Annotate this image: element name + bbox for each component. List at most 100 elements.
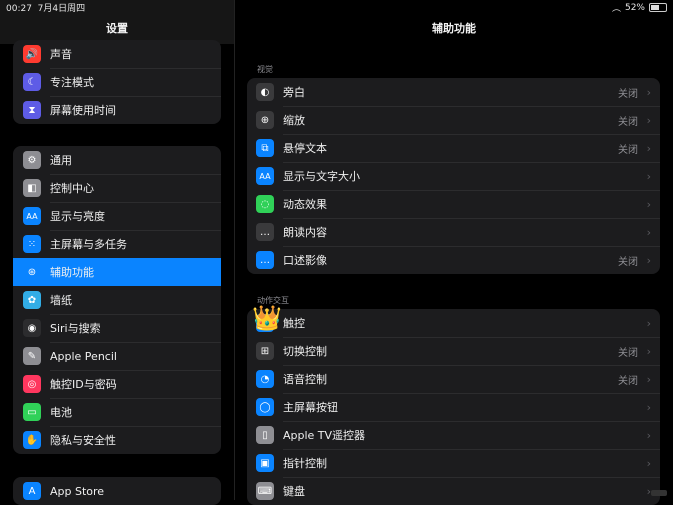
- settings-row-value: 关闭: [618, 375, 638, 387]
- switch-control-icon: ⊞: [256, 342, 274, 360]
- sidebar-item-label: 隐私与安全性: [50, 434, 116, 447]
- sidebar-item[interactable]: A App Store: [13, 477, 221, 505]
- settings-row[interactable]: ⊕ 缩放 关闭 ›: [247, 106, 660, 134]
- chevron-right-icon: ›: [646, 225, 651, 239]
- sidebar-group-1: 🔊 声音 ☾ 专注模式 ⧗ 屏幕使用时间: [13, 40, 221, 124]
- accessibility-icon: ⊛: [23, 263, 41, 281]
- chevron-right-icon: ›: [646, 113, 651, 127]
- sidebar-item[interactable]: ◧ 控制中心: [13, 174, 221, 202]
- wallpaper-icon: ✿: [23, 291, 41, 309]
- vision-group: ◐ 旁白 关闭 › ⊕ 缩放 关闭 › ⧉ 悬停文本 关闭 › AA 显示与文字大小 › ◌ 动态效果 ›… 朗读内…: [247, 78, 660, 274]
- speaker-icon: 🔊: [23, 45, 41, 63]
- sidebar-item[interactable]: ◎ 触控ID与密码: [13, 370, 221, 398]
- voice-control-icon: ◔: [256, 370, 274, 388]
- gear-icon: ⚙: [23, 151, 41, 169]
- settings-row[interactable]: … 口述影像 关闭 ›: [247, 246, 660, 274]
- status-time-date: 00:27 7月4日周四: [6, 4, 86, 14]
- keyboard-icon: ⌨: [256, 482, 274, 500]
- settings-row-label: 动态效果: [283, 198, 327, 211]
- settings-row-label: 悬停文本: [283, 142, 327, 155]
- settings-row-value: 关闭: [618, 116, 638, 128]
- grid-icon: ⁙: [23, 235, 41, 253]
- chevron-right-icon: ›: [646, 197, 651, 211]
- speech-bubble-icon: …: [256, 223, 274, 241]
- interaction-group: 触控 › ⊞ 切换控制 关闭 › ◔ 语音控制 关闭 › ◯ 主屏幕按钮 › ▯ Apple TV遥控器 › ▣…: [247, 309, 660, 505]
- settings-row[interactable]: AA 显示与文字大小 ›: [247, 162, 660, 190]
- settings-row-value: 关闭: [618, 256, 638, 268]
- page-title: 辅助功能: [432, 22, 476, 35]
- sidebar-item[interactable]: ⧗ 屏幕使用时间: [13, 96, 221, 124]
- siri-icon: ◉: [23, 319, 41, 337]
- chevron-right-icon: ›: [646, 169, 651, 183]
- settings-row-value: 关闭: [618, 347, 638, 359]
- sidebar-item-label: 声音: [50, 48, 72, 61]
- fingerprint-icon: ◎: [23, 375, 41, 393]
- sidebar-item-label: 通用: [50, 154, 72, 167]
- sidebar-item[interactable]: AA 显示与亮度: [13, 202, 221, 230]
- settings-row[interactable]: ⊞ 切换控制 关闭 ›: [247, 337, 660, 365]
- sidebar-item[interactable]: ⚙ 通用: [13, 146, 221, 174]
- toggles-icon: ◧: [23, 179, 41, 197]
- settings-row[interactable]: ◔ 语音控制 关闭 ›: [247, 365, 660, 393]
- wifi-icon: ︵: [611, 4, 621, 14]
- battery-icon: [649, 3, 667, 12]
- settings-row[interactable]: 触控 ›: [247, 309, 660, 337]
- settings-row[interactable]: ▯ Apple TV遥控器 ›: [247, 421, 660, 449]
- sidebar-item-label: 控制中心: [50, 182, 94, 195]
- sidebar-item-label: 电池: [50, 406, 72, 419]
- home-button-icon: ◯: [256, 398, 274, 416]
- sidebar-item[interactable]: ✋ 隐私与安全性: [13, 426, 221, 454]
- settings-row[interactable]: ◐ 旁白 关闭 ›: [247, 78, 660, 106]
- appstore-icon: A: [23, 482, 41, 500]
- hover-text-icon: ⧉: [256, 139, 274, 157]
- zoom-icon: ⊕: [256, 111, 274, 129]
- sidebar-item-label: Siri与搜索: [50, 322, 101, 335]
- settings-row[interactable]: ⌨ 键盘 ›: [247, 477, 660, 505]
- moon-icon: ☾: [23, 73, 41, 91]
- settings-row-label: 朗读内容: [283, 226, 327, 239]
- sidebar-item-label: 显示与亮度: [50, 210, 105, 223]
- settings-row-label: 缩放: [283, 114, 305, 127]
- chevron-right-icon: ›: [646, 456, 651, 470]
- settings-row-value: 关闭: [618, 144, 638, 156]
- sidebar-group-3: A App Store: [13, 477, 221, 505]
- settings-row[interactable]: … 朗读内容 ›: [247, 218, 660, 246]
- sidebar-item[interactable]: ☾ 专注模式: [13, 68, 221, 96]
- pencil-icon: ✎: [23, 347, 41, 365]
- settings-row-label: 键盘: [283, 485, 305, 498]
- hand-icon: ✋: [23, 431, 41, 449]
- settings-row[interactable]: ◯ 主屏幕按钮 ›: [247, 393, 660, 421]
- settings-row-label: 指针控制: [283, 457, 327, 470]
- sidebar-item[interactable]: ◉ Siri与搜索: [13, 314, 221, 342]
- sidebar-item[interactable]: ▭ 电池: [13, 398, 221, 426]
- settings-row[interactable]: ◌ 动态效果 ›: [247, 190, 660, 218]
- pointer-icon: ▣: [256, 454, 274, 472]
- sidebar-item[interactable]: ⊛ 辅助功能: [13, 258, 221, 286]
- sidebar-item-label: 主屏幕与多任务: [50, 238, 127, 251]
- text-size-icon: AA: [23, 207, 41, 225]
- sidebar-item-label: 墙纸: [50, 294, 72, 307]
- settings-row[interactable]: ⧉ 悬停文本 关闭 ›: [247, 134, 660, 162]
- sidebar-item[interactable]: ⁙ 主屏幕与多任务: [13, 230, 221, 258]
- sidebar-item-label: Apple Pencil: [50, 349, 117, 363]
- hourglass-icon: ⧗: [23, 101, 41, 119]
- chevron-right-icon: ›: [646, 344, 651, 358]
- settings-row-label: 旁白: [283, 86, 305, 99]
- chevron-right-icon: ›: [646, 253, 651, 267]
- settings-row[interactable]: ▣ 指针控制 ›: [247, 449, 660, 477]
- settings-row-label: 显示与文字大小: [283, 170, 360, 183]
- chevron-right-icon: ›: [646, 141, 651, 155]
- sidebar-item[interactable]: ✿ 墙纸: [13, 286, 221, 314]
- sidebar-item[interactable]: 🔊 声音: [13, 40, 221, 68]
- sidebar-item-label: App Store: [50, 484, 105, 498]
- settings-row-label: 语音控制: [283, 373, 327, 386]
- chevron-right-icon: ›: [646, 428, 651, 442]
- chevron-right-icon: ›: [646, 85, 651, 99]
- sidebar-item[interactable]: ✎ Apple Pencil: [13, 342, 221, 370]
- battery-percent: 52%: [624, 2, 645, 13]
- crown-icon: 👑: [252, 304, 282, 332]
- sidebar-item-label: 触控ID与密码: [50, 378, 117, 391]
- text-size-icon: AA: [256, 167, 274, 185]
- settings-row-value: 关闭: [618, 88, 638, 100]
- chevron-right-icon: ›: [646, 316, 651, 330]
